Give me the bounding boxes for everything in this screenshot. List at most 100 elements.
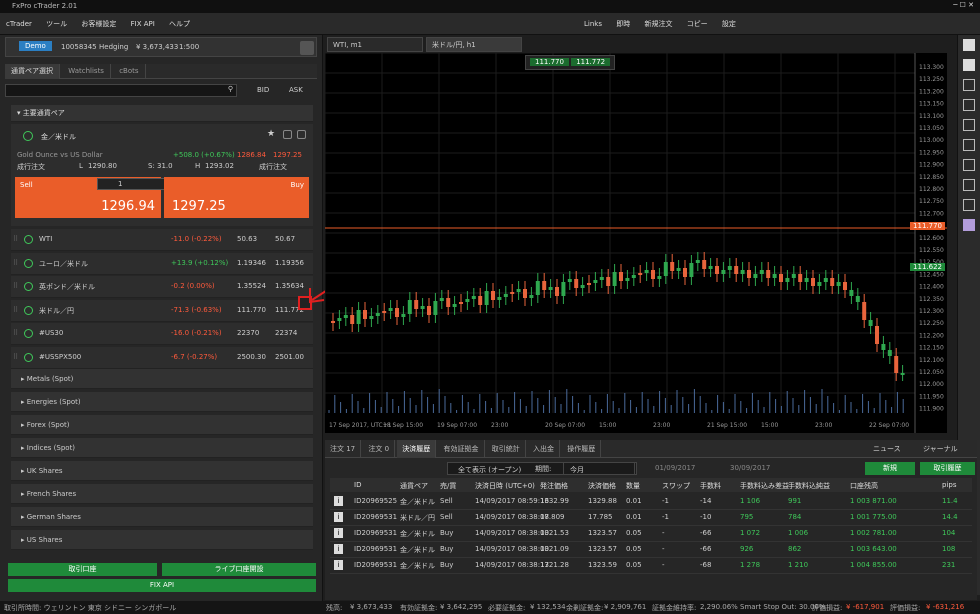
- column-header[interactable]: 通貨ペア: [400, 481, 428, 491]
- tab-pending[interactable]: 注文 0: [363, 440, 396, 458]
- favorites-header[interactable]: ▾ 主要通貨ペア: [11, 105, 313, 122]
- news-tab[interactable]: ニュース: [873, 444, 901, 454]
- drag-handle-icon[interactable]: ⠿: [13, 259, 18, 267]
- tab-orders[interactable]: 注文 17: [325, 440, 362, 458]
- search-input[interactable]: ⚲: [5, 84, 237, 97]
- new-trade-button[interactable]: 新規: [865, 462, 915, 475]
- zoom-icon[interactable]: [963, 119, 975, 131]
- journal-tab[interactable]: ジャーナル: [923, 444, 958, 454]
- new-order-button[interactable]: 新規注文: [638, 13, 678, 35]
- group-row[interactable]: ▸ US Shares: [11, 530, 313, 550]
- chart-tab-wti[interactable]: WTI, m1: [327, 37, 423, 52]
- group-row[interactable]: ▸ French Shares: [11, 484, 313, 504]
- date-to[interactable]: 30/09/2017: [730, 464, 770, 472]
- symbol-row[interactable]: ⠿ 米ドル／円 -71.3 (-0.63%) 111.770 111.772: [11, 299, 313, 322]
- column-header[interactable]: 発注価格: [540, 481, 568, 491]
- column-header[interactable]: ID: [354, 481, 361, 489]
- info-icon[interactable]: i: [334, 528, 343, 538]
- table-row[interactable]: i ID20969525 金／米ドル Sell 14/09/2017 08:59:16 1…: [330, 494, 972, 510]
- instant-button[interactable]: 即時: [610, 13, 636, 35]
- live-account-button[interactable]: ライブ口座開設: [162, 563, 316, 576]
- star-icon[interactable]: ★: [267, 129, 275, 139]
- column-header[interactable]: 数量: [626, 481, 640, 491]
- tab-cbots[interactable]: cBots: [113, 64, 146, 79]
- tab-equity[interactable]: 有効証拠金: [439, 440, 485, 458]
- table-row[interactable]: i ID20969531 米ドル／円 Sell 14/09/2017 08:38:08 1…: [330, 510, 972, 526]
- chart-area[interactable]: 113.300 113.250 113.200 113.150 113.100 113.0…: [324, 52, 947, 433]
- group-row[interactable]: ▸ Forex (Spot): [11, 415, 313, 435]
- account-bar[interactable]: Demo 10058345 Hedging ¥ 3,673,433 1:500: [5, 37, 317, 57]
- order-type[interactable]: 成行注文: [17, 162, 45, 172]
- group-row[interactable]: ▸ UK Shares: [11, 461, 313, 481]
- settings-button[interactable]: 設定: [716, 13, 742, 35]
- drag-handle-icon[interactable]: ⠿: [13, 306, 18, 314]
- symbol-row[interactable]: ⠿ #USSPX500 -6.7 (-0.27%) 2500.30 2501.00: [11, 346, 313, 369]
- drag-handle-icon[interactable]: ⠿: [13, 353, 18, 361]
- group-row[interactable]: ▸ Energies (Spot): [11, 392, 313, 412]
- drag-handle-icon[interactable]: ⠿: [13, 329, 18, 337]
- tab-stats[interactable]: 取引統計: [487, 440, 526, 458]
- info-icon[interactable]: i: [334, 496, 343, 506]
- table-row[interactable]: i ID20969531 金／米ドル Buy 14/09/2017 08:38:00 13…: [330, 526, 972, 542]
- chart-tab-usdjpy[interactable]: 米ドル/円, h1: [426, 37, 522, 52]
- close-trade-button[interactable]: 取引履歴: [920, 462, 975, 475]
- column-header[interactable]: 手数料: [700, 481, 721, 491]
- table-row[interactable]: i ID20969531 金／米ドル Buy 14/09/2017 08:38:00 13…: [330, 542, 972, 558]
- menu-settings[interactable]: お客様設定: [75, 13, 122, 35]
- column-header[interactable]: 売/買: [440, 481, 456, 491]
- column-header[interactable]: 決済日時 (UTC+0): [475, 481, 535, 491]
- tab-history[interactable]: 決済履歴: [397, 440, 437, 458]
- layout-icon[interactable]: [963, 39, 975, 51]
- info-icon[interactable]: [297, 130, 306, 139]
- fix-api-button[interactable]: FIX API: [8, 579, 316, 592]
- column-header[interactable]: 口座残高: [850, 481, 878, 491]
- tab-watchlists[interactable]: Watchlists: [62, 64, 111, 79]
- fibonacci-icon[interactable]: [963, 179, 975, 191]
- buy-button[interactable]: Buy 1297.25: [164, 177, 309, 218]
- group-row[interactable]: ▸ German Shares: [11, 507, 313, 527]
- column-header[interactable]: 手数料込純益: [788, 481, 830, 491]
- channel-icon[interactable]: [963, 159, 975, 171]
- chart-sell-price[interactable]: 111.770: [530, 58, 569, 66]
- copy-button[interactable]: コピー: [681, 13, 714, 35]
- bank-select[interactable]: 成行注文: [259, 162, 287, 172]
- column-header[interactable]: pips: [942, 481, 956, 489]
- symbol-row[interactable]: ⠿ WTI -11.0 (-0.22%) 50.63 50.67: [11, 229, 313, 251]
- info-icon[interactable]: i: [334, 544, 343, 554]
- drag-handle-icon[interactable]: ⠿: [13, 235, 18, 243]
- symbol-row[interactable]: ⠿ ユーロ／米ドル +13.9 (+0.12%) 1.19346 1.19356: [11, 252, 313, 275]
- date-from[interactable]: 01/09/2017: [655, 464, 695, 472]
- column-header[interactable]: 決済価格: [588, 481, 616, 491]
- user-icon[interactable]: [300, 41, 314, 55]
- column-header[interactable]: スワップ: [662, 481, 690, 491]
- links-button[interactable]: Links: [578, 13, 608, 35]
- menu-tools[interactable]: ツール: [40, 13, 73, 35]
- drag-handle-icon[interactable]: ⠿: [13, 282, 18, 290]
- menu-fix[interactable]: FIX API: [125, 13, 161, 35]
- window-controls[interactable]: ─ ☐ ✕: [953, 1, 974, 9]
- group-row[interactable]: ▸ Indices (Spot): [11, 438, 313, 458]
- line-icon[interactable]: [963, 139, 975, 151]
- chart-icon[interactable]: [283, 130, 292, 139]
- real-account-button[interactable]: 取引口座: [8, 563, 157, 576]
- tab-symbols[interactable]: 通貨ペア選択: [5, 64, 60, 79]
- cursor-icon[interactable]: [963, 79, 975, 91]
- group-row[interactable]: ▸ Metals (Spot): [11, 369, 313, 389]
- menu-ctrader[interactable]: cTrader: [0, 13, 38, 35]
- crosshair-icon[interactable]: [963, 99, 975, 111]
- info-icon[interactable]: i: [334, 560, 343, 570]
- text-icon[interactable]: [963, 199, 975, 211]
- column-header[interactable]: 手数料込み差益: [740, 481, 789, 491]
- search-icon[interactable]: ⚲: [228, 85, 233, 93]
- period-select[interactable]: 今月: [563, 462, 635, 475]
- info-icon[interactable]: i: [334, 512, 343, 522]
- table-row[interactable]: i ID20969531 金／米ドル Buy 14/09/2017 08:38:17 13…: [330, 558, 972, 574]
- tab-log[interactable]: 操作履歴: [562, 440, 602, 458]
- symbol-row[interactable]: ⠿ #US30 -16.0 (-0.21%) 22370 22374: [11, 323, 313, 345]
- window-icon[interactable]: [963, 59, 975, 71]
- tab-deposits[interactable]: 入出金: [528, 440, 560, 458]
- menu-help[interactable]: ヘルプ: [163, 13, 196, 35]
- color-icon[interactable]: [963, 219, 975, 231]
- chart-buy-price[interactable]: 111.772: [571, 58, 611, 66]
- symbol-row[interactable]: ⠿ 英ポンド／米ドル -0.2 (0.00%) 1.35524 1.35634: [11, 276, 313, 298]
